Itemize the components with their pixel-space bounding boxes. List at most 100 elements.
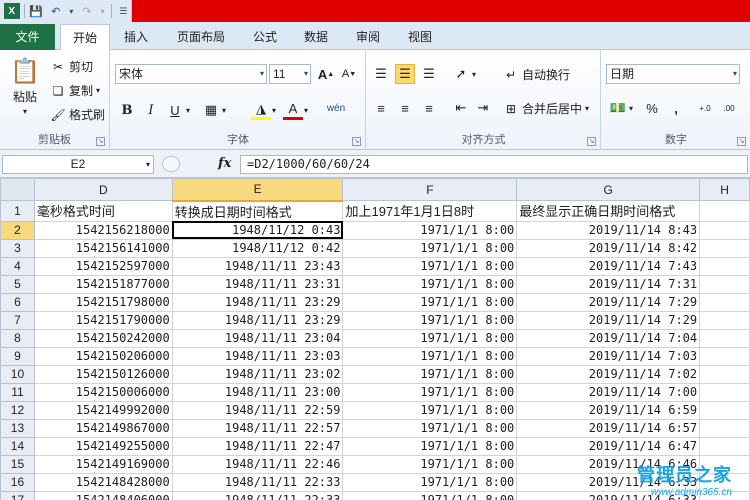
cell-e[interactable]: 1948/11/11 23:31 <box>171 274 344 294</box>
formula-bar-handle[interactable] <box>162 156 180 172</box>
cell-h[interactable] <box>699 400 750 420</box>
cell-e[interactable]: 1948/11/11 22:46 <box>171 454 344 474</box>
cell-d[interactable]: 1542150242000 <box>33 328 173 348</box>
cell-e[interactable]: 1948/11/11 23:29 <box>171 310 344 330</box>
cell-d[interactable]: 1542148428000 <box>33 472 173 492</box>
tab-review[interactable]: 审阅 <box>346 24 390 50</box>
cell-h[interactable] <box>699 418 750 438</box>
decrease-indent-icon[interactable]: ⇤ <box>451 98 471 118</box>
borders-icon[interactable]: ▦ <box>201 100 221 120</box>
increase-indent-icon[interactable]: ⇥ <box>473 98 493 118</box>
cell-h[interactable] <box>699 382 750 402</box>
cell-e[interactable]: 1948/11/12 0:43 <box>171 220 344 240</box>
row-header[interactable]: 15 <box>0 454 35 474</box>
orientation-icon[interactable]: ➚ <box>451 64 471 84</box>
cell-f[interactable]: 1971/1/1 8:00 <box>342 220 518 240</box>
row-header[interactable]: 4 <box>0 256 35 276</box>
align-center-icon[interactable]: ≡ <box>395 98 415 118</box>
row-header[interactable]: 12 <box>0 400 35 420</box>
row-header[interactable]: 3 <box>0 238 35 258</box>
cell-h[interactable] <box>699 346 750 366</box>
cell-g[interactable]: 2019/11/14 6:57 <box>516 418 701 438</box>
cell-h[interactable] <box>699 238 750 258</box>
cell-g[interactable]: 最终显示正确日期时间格式 <box>516 200 701 222</box>
cell-d[interactable]: 1542149992000 <box>33 400 173 420</box>
row-header[interactable]: 13 <box>0 418 35 438</box>
align-right-icon[interactable]: ≡ <box>419 98 439 118</box>
cell-f[interactable]: 1971/1/1 8:00 <box>342 346 518 366</box>
formula-input[interactable]: =D2/1000/60/60/24 <box>240 155 748 174</box>
row-header[interactable]: 8 <box>0 328 35 348</box>
row-header[interactable]: 10 <box>0 364 35 384</box>
redo-icon[interactable]: ↷ <box>79 3 95 19</box>
row-header[interactable]: 11 <box>0 382 35 402</box>
cell-h[interactable] <box>699 200 750 222</box>
column-header-d[interactable]: D <box>33 178 173 201</box>
align-top-icon[interactable]: ☰ <box>371 64 391 84</box>
cell-h[interactable] <box>699 436 750 456</box>
format-painter-button[interactable]: 🖌 格式刷 <box>50 106 105 123</box>
percent-button[interactable]: % <box>642 98 662 118</box>
column-header-e[interactable]: E <box>171 178 344 202</box>
cell-g[interactable]: 2019/11/14 7:43 <box>516 256 701 276</box>
cell-e[interactable]: 转换成日期时间格式 <box>171 200 344 222</box>
insert-function-icon[interactable]: fx <box>218 156 231 171</box>
cell-f[interactable]: 1971/1/1 8:00 <box>342 274 518 294</box>
cell-g[interactable]: 2019/11/14 7:00 <box>516 382 701 402</box>
cell-h[interactable] <box>699 328 750 348</box>
cut-button[interactable]: ✂ 剪切 <box>50 58 93 75</box>
cell-d[interactable]: 1542149867000 <box>33 418 173 438</box>
cell-d[interactable]: 1542151790000 <box>33 310 173 330</box>
cell-f[interactable]: 加上1971年1月1日8时 <box>342 200 518 222</box>
row-header[interactable]: 1 <box>0 200 35 222</box>
undo-dropdown-icon[interactable]: ▾ <box>68 3 76 19</box>
wrap-text-button[interactable]: ↵ 自动换行 <box>503 66 570 83</box>
tab-insert[interactable]: 插入 <box>112 24 160 50</box>
undo-icon[interactable]: ↶ <box>48 3 64 19</box>
cell-e[interactable]: 1948/11/11 23:43 <box>171 256 344 276</box>
cell-f[interactable]: 1971/1/1 8:00 <box>342 292 518 312</box>
italic-button[interactable]: I <box>141 100 161 120</box>
cell-e[interactable]: 1948/11/12 0:42 <box>171 238 344 258</box>
shrink-font-button[interactable]: A ▼ <box>339 64 359 84</box>
orientation-dropdown-icon[interactable]: ▾ <box>469 64 479 84</box>
cell-g[interactable]: 2019/11/14 7:04 <box>516 328 701 348</box>
cell-e[interactable]: 1948/11/11 23:00 <box>171 382 344 402</box>
dialog-launcher-icon[interactable]: ↘ <box>96 137 105 146</box>
cell-e[interactable]: 1948/11/11 22:59 <box>171 400 344 420</box>
cell-f[interactable]: 1971/1/1 8:00 <box>342 400 518 420</box>
font-color-button[interactable]: A <box>283 100 303 120</box>
font-color-dropdown-icon[interactable]: ▾ <box>301 100 311 120</box>
align-left-icon[interactable]: ≡ <box>371 98 391 118</box>
row-header[interactable]: 17 <box>0 490 35 500</box>
decrease-decimal-button[interactable]: .00 <box>718 98 740 118</box>
underline-dropdown-icon[interactable]: ▾ <box>183 100 193 120</box>
underline-button[interactable]: U <box>165 100 185 120</box>
cell-h[interactable] <box>699 220 750 240</box>
dialog-launcher-icon[interactable]: ↘ <box>737 137 746 146</box>
dialog-launcher-icon[interactable]: ↘ <box>587 137 596 146</box>
cell-h[interactable] <box>699 364 750 384</box>
cell-f[interactable]: 1971/1/1 8:00 <box>342 454 518 474</box>
cell-h[interactable] <box>699 274 750 294</box>
cell-g[interactable]: 2019/11/14 8:43 <box>516 220 701 240</box>
cell-d[interactable]: 1542151798000 <box>33 292 173 312</box>
cell-f[interactable]: 1971/1/1 8:00 <box>342 238 518 258</box>
tab-view[interactable]: 视图 <box>398 24 442 50</box>
cell-e[interactable]: 1948/11/11 22:33 <box>171 490 344 500</box>
cell-e[interactable]: 1948/11/11 23:04 <box>171 328 344 348</box>
cell-d[interactable]: 1542156218000 <box>33 220 173 240</box>
row-header[interactable]: 5 <box>0 274 35 294</box>
number-format-select[interactable]: 日期 ▾ <box>606 64 740 84</box>
font-name-select[interactable]: 宋体 ▾ <box>115 64 267 84</box>
cell-d[interactable]: 1542150206000 <box>33 346 173 366</box>
font-size-select[interactable]: 11 ▾ <box>269 64 311 84</box>
cell-f[interactable]: 1971/1/1 8:00 <box>342 328 518 348</box>
row-header[interactable]: 14 <box>0 436 35 456</box>
row-header[interactable]: 9 <box>0 346 35 366</box>
currency-icon[interactable]: 💵 <box>608 98 628 118</box>
bold-button[interactable]: B <box>117 100 137 120</box>
cell-g[interactable]: 2019/11/14 7:02 <box>516 364 701 384</box>
cell-d[interactable]: 1542150006000 <box>33 382 173 402</box>
comma-style-button[interactable]: , <box>666 98 686 118</box>
